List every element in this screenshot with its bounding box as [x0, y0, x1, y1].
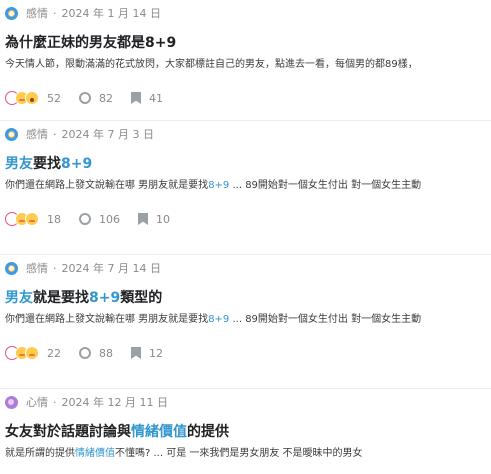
- title-highlight: 8+9: [61, 156, 93, 172]
- comment-stat[interactable]: 88: [79, 347, 113, 360]
- excerpt-text: 就是所謂的提供: [5, 448, 75, 459]
- reaction-count: 22: [41, 347, 61, 360]
- love-board-icon: [5, 261, 18, 275]
- reaction-count-value: 22: [47, 346, 61, 360]
- post-stats: 52 82 41: [5, 90, 491, 106]
- post-meta: 感情 · 2024 年 1 月 14 日: [5, 4, 491, 22]
- post-title[interactable]: 男友要找8+9: [5, 155, 491, 173]
- board-name[interactable]: 感情: [26, 5, 48, 21]
- bookmark-count: 12: [149, 346, 163, 360]
- post-title[interactable]: 女友對於話題討論與情緒價值的提供: [5, 423, 491, 441]
- mood-board-icon: [5, 395, 18, 409]
- excerpt-text: ... 89開始對一個女生付出 對一個女生主動: [229, 314, 422, 325]
- bookmark-icon: [138, 213, 148, 225]
- bookmark-count: 41: [149, 91, 163, 105]
- title-text: 女友對於話題討論與: [5, 424, 131, 440]
- board-name[interactable]: 心情: [26, 394, 48, 410]
- blush-reaction-icon: [25, 212, 39, 226]
- excerpt-highlight: 情緒價值: [75, 448, 115, 459]
- blush-reaction-icon: [25, 346, 39, 360]
- post-date: 2024 年 1 月 14 日: [61, 7, 161, 20]
- bookmark-count: 10: [156, 212, 170, 226]
- title-highlight: 男友: [5, 290, 33, 306]
- excerpt-highlight: 8+9: [208, 180, 230, 191]
- title-highlight: 男友: [5, 156, 33, 172]
- reaction-count-value: 18: [47, 212, 61, 226]
- post-date: 2024 年 7 月 3 日: [61, 128, 154, 141]
- title-text: 要找: [33, 156, 61, 172]
- post-card[interactable]: 感情 · 2024 年 1 月 14 日 為什麼正妹的男友都是8+9 今天情人節…: [0, 0, 491, 121]
- excerpt-text: 你們還在網路上發文說輸在哪 男朋友就是要找: [5, 314, 209, 325]
- board-name[interactable]: 感情: [26, 126, 48, 142]
- post-date: 2024 年 12 月 11 日: [61, 396, 168, 409]
- comment-icon: [79, 92, 91, 104]
- title-text: 就是要找: [33, 290, 89, 306]
- post-card[interactable]: 感情 · 2024 年 7 月 3 日 男友要找8+9 你們還在網路上發文說輸在…: [0, 121, 491, 255]
- post-excerpt: 你們還在網路上發文說輸在哪 男朋友就是要找8+9 ... 89開始對一個女生付出…: [5, 313, 491, 327]
- post-meta: 感情 · 2024 年 7 月 3 日: [5, 125, 491, 143]
- reaction-count: 52: [41, 92, 61, 105]
- separator-dot: ·: [53, 261, 57, 275]
- bookmark-stat[interactable]: 10: [138, 213, 170, 226]
- title-text: 為什麼正妹的男友都是8+9: [5, 35, 177, 51]
- bookmark-stat[interactable]: 41: [131, 92, 163, 105]
- post-card[interactable]: 心情 · 2024 年 12 月 11 日 女友對於話題討論與情緒價值的提供 就…: [0, 389, 491, 474]
- board-name[interactable]: 感情: [26, 260, 48, 276]
- bookmark-stat[interactable]: 12: [131, 347, 163, 360]
- reactions-group[interactable]: [5, 91, 39, 105]
- post-meta: 心情 · 2024 年 12 月 11 日: [5, 393, 491, 411]
- post-excerpt: 今天情人節，限動滿滿的花式放閃，大家都標註自己的男友，點進去一看，每個男的都89…: [5, 58, 491, 72]
- reaction-count: 18: [41, 213, 61, 226]
- post-meta: 感情 · 2024 年 7 月 14 日: [5, 259, 491, 277]
- post-excerpt: 就是所謂的提供情緒價值不懂嗎? ... 可是 一來我們是男女朋友 不是曖昧中的男…: [5, 447, 491, 461]
- separator-dot: ·: [53, 395, 57, 409]
- excerpt-text: 今天情人節，限動滿滿的花式放閃，大家都標註自己的男友，點進去一看，每個男的都89…: [5, 59, 418, 70]
- title-text: 的提供: [187, 424, 229, 440]
- title-text: 類型的: [120, 290, 163, 306]
- reactions-group[interactable]: [5, 212, 39, 226]
- reactions-group[interactable]: [5, 346, 39, 360]
- comment-count: 82: [99, 91, 113, 105]
- separator-dot: ·: [53, 127, 57, 141]
- excerpt-highlight: 8+9: [208, 314, 230, 325]
- love-board-icon: [5, 127, 18, 141]
- title-highlight: 情緒價值: [131, 424, 187, 440]
- post-stats: 18 106 10: [5, 211, 491, 227]
- comment-icon: [79, 213, 91, 225]
- comment-count: 88: [99, 346, 113, 360]
- excerpt-text: ... 89開始對一個女生付出 對一個女生主動: [229, 180, 422, 191]
- post-title[interactable]: 為什麼正妹的男友都是8+9: [5, 34, 491, 52]
- reaction-count-value: 52: [47, 91, 61, 105]
- comment-stat[interactable]: 82: [79, 92, 113, 105]
- bookmark-icon: [131, 92, 141, 104]
- comment-count: 106: [99, 212, 120, 226]
- excerpt-text: 不懂嗎? ... 可是 一來我們是男女朋友 不是曖昧中的男女: [115, 448, 363, 459]
- post-excerpt: 你們還在網路上發文說輸在哪 男朋友就是要找8+9 ... 89開始對一個女生付出…: [5, 179, 491, 193]
- wow-reaction-icon: [25, 91, 39, 105]
- separator-dot: ·: [53, 6, 57, 20]
- post-title[interactable]: 男友就是要找8+9類型的: [5, 289, 491, 307]
- excerpt-text: 你們還在網路上發文說輸在哪 男朋友就是要找: [5, 180, 209, 191]
- post-stats: 22 88 12: [5, 345, 491, 361]
- title-highlight: 8+9: [89, 290, 121, 306]
- comment-stat[interactable]: 106: [79, 213, 120, 226]
- post-date: 2024 年 7 月 14 日: [61, 262, 161, 275]
- post-card[interactable]: 感情 · 2024 年 7 月 14 日 男友就是要找8+9類型的 你們還在網路…: [0, 255, 491, 389]
- comment-icon: [79, 347, 91, 359]
- love-board-icon: [5, 6, 18, 20]
- post-feed: 感情 · 2024 年 1 月 14 日 為什麼正妹的男友都是8+9 今天情人節…: [0, 0, 491, 474]
- bookmark-icon: [131, 347, 141, 359]
